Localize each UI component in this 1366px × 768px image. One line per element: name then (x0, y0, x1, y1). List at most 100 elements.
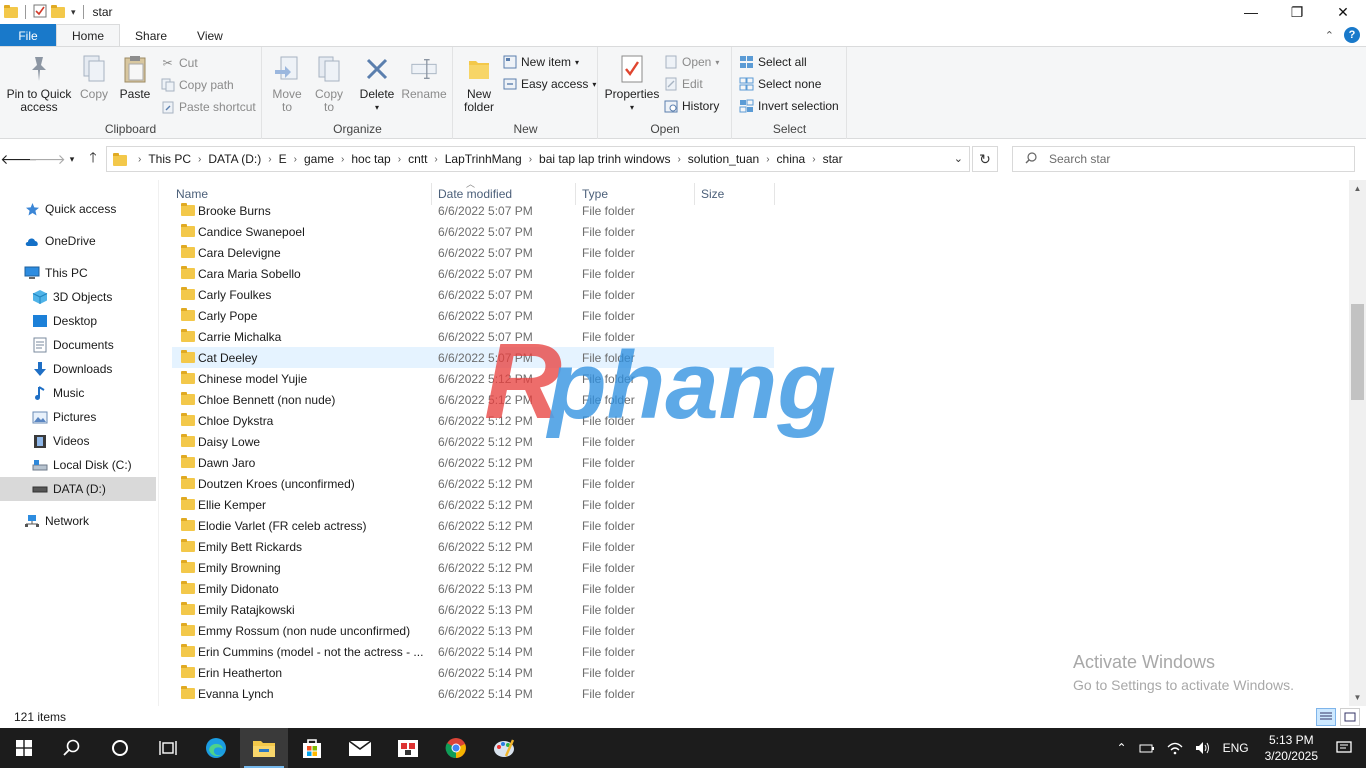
refresh-button[interactable]: ↻ (972, 146, 998, 172)
file-row[interactable]: Erin Heatherton 6/6/2022 5:14 PM File fold… (172, 662, 774, 683)
breadcrumb-item[interactable]: cntt (404, 152, 431, 166)
file-row[interactable]: Doutzen Kroes (unconfirmed) 6/6/2022 5:12… (172, 473, 774, 494)
address-bar[interactable]: › This PC › DATA (D:) › E › game › hoc t… (106, 146, 970, 172)
address-dropdown-icon[interactable]: ⌄ (954, 152, 963, 165)
breadcrumb-chevron[interactable]: › (674, 154, 683, 165)
history-button[interactable]: History (663, 97, 719, 115)
maximize-button[interactable]: ❐ (1274, 0, 1320, 24)
start-button[interactable] (0, 728, 48, 768)
tab-file[interactable]: File (0, 24, 56, 47)
file-row[interactable]: Elodie Varlet (FR celeb actress) 6/6/2022… (172, 515, 774, 536)
input-language-indicator[interactable]: ENG (1217, 741, 1255, 755)
taskbar-edge[interactable] (192, 728, 240, 768)
file-row[interactable]: Brooke Burns 6/6/2022 5:07 PM File folder (172, 200, 774, 221)
file-row[interactable]: Emily Browning 6/6/2022 5:12 PM File folde… (172, 557, 774, 578)
breadcrumb-item[interactable]: This PC (144, 152, 195, 166)
notification-center-icon[interactable] (1328, 741, 1366, 755)
edit-button[interactable]: Edit (663, 75, 703, 93)
taskbar-store[interactable] (288, 728, 336, 768)
pane-divider[interactable] (158, 180, 159, 706)
breadcrumb-item[interactable]: china (773, 152, 810, 166)
open-button[interactable]: Open ▾ (663, 53, 719, 71)
nav-onedrive[interactable]: OneDrive (0, 229, 156, 253)
nav-documents[interactable]: Documents (0, 333, 156, 357)
properties-button[interactable]: Properties ▾ (605, 53, 659, 114)
large-icons-view-button[interactable] (1340, 708, 1360, 726)
scroll-thumb[interactable] (1351, 304, 1364, 400)
copy-button[interactable]: Copy (78, 53, 110, 101)
copy-to-button[interactable]: Copy to (313, 53, 345, 114)
breadcrumb-chevron[interactable]: › (135, 154, 144, 165)
file-row[interactable]: Evanna Lynch 6/6/2022 5:14 PM File folder (172, 683, 774, 704)
new-item-button[interactable]: New item ▾ (502, 53, 579, 71)
close-button[interactable]: ✕ (1320, 0, 1366, 24)
breadcrumb-item[interactable]: E (275, 152, 291, 166)
scroll-up-button[interactable]: ▲ (1349, 180, 1366, 197)
taskbar-search-button[interactable] (48, 728, 96, 768)
wifi-icon[interactable] (1161, 741, 1189, 755)
breadcrumb-chevron[interactable]: › (265, 154, 274, 165)
nav-data-d[interactable]: DATA (D:) (0, 477, 156, 501)
back-button[interactable]: 🡐 (0, 149, 38, 169)
invert-selection-button[interactable]: Invert selection (739, 97, 839, 115)
file-row[interactable]: Dawn Jaro 6/6/2022 5:12 PM File folder (172, 452, 774, 473)
move-to-button[interactable]: Move to (271, 53, 303, 114)
taskbar-mail[interactable] (336, 728, 384, 768)
breadcrumb-chevron[interactable]: › (395, 154, 404, 165)
properties-check-icon[interactable] (33, 4, 47, 21)
file-row[interactable]: Carly Foulkes 6/6/2022 5:07 PM File folder (172, 284, 774, 305)
breadcrumb-chevron[interactable]: › (431, 154, 440, 165)
file-row[interactable]: Emmy Rossum (non nude unconfirmed) 6/6/20… (172, 620, 774, 641)
breadcrumb-item[interactable]: DATA (D:) (204, 152, 265, 166)
copy-path-button[interactable]: Copy path (160, 76, 234, 94)
up-button[interactable]: 🡑 (83, 149, 103, 169)
breadcrumb-item[interactable]: LapTrinhMang (441, 152, 526, 166)
file-row[interactable]: Ellie Kemper 6/6/2022 5:12 PM File folder (172, 494, 774, 515)
cut-button[interactable]: ✂ Cut (160, 54, 197, 72)
select-all-button[interactable]: Select all (739, 53, 807, 71)
breadcrumb-item[interactable]: bai tap lap trinh windows (535, 152, 674, 166)
nav-music[interactable]: Music (0, 381, 156, 405)
rename-button[interactable]: Rename (401, 53, 447, 101)
file-row[interactable]: Emily Bett Rickards 6/6/2022 5:12 PM File … (172, 536, 774, 557)
paste-shortcut-button[interactable]: Paste shortcut (160, 98, 256, 116)
new-folder-button[interactable]: New folder (462, 53, 496, 114)
minimize-button[interactable]: — (1228, 0, 1274, 24)
breadcrumb-chevron[interactable]: › (526, 154, 535, 165)
breadcrumb-item[interactable]: game (300, 152, 338, 166)
nav-pictures[interactable]: Pictures (0, 405, 156, 429)
collapse-ribbon-icon[interactable]: ⌃ (1325, 29, 1334, 42)
tab-home[interactable]: Home (56, 24, 121, 47)
taskbar-app[interactable] (384, 728, 432, 768)
details-view-button[interactable] (1316, 708, 1336, 726)
paste-button[interactable]: Paste (118, 53, 152, 101)
file-row[interactable]: Cara Maria Sobello 6/6/2022 5:07 PM File f… (172, 263, 774, 284)
file-row[interactable]: Emily Didonato 6/6/2022 5:13 PM File folde… (172, 578, 774, 599)
file-row[interactable]: Emily Ratajkowski 6/6/2022 5:13 PM File fo… (172, 599, 774, 620)
nav-network[interactable]: Network (0, 509, 156, 533)
help-icon[interactable]: ? (1344, 27, 1360, 43)
breadcrumb-item[interactable]: hoc tap (347, 152, 394, 166)
easy-access-button[interactable]: Easy access ▾ (502, 75, 596, 93)
select-none-button[interactable]: Select none (739, 75, 821, 93)
file-row[interactable]: Cara Delevigne 6/6/2022 5:07 PM File folde… (172, 242, 774, 263)
scroll-down-button[interactable]: ▼ (1349, 689, 1366, 706)
vertical-scrollbar[interactable]: ▲ ▼ (1349, 180, 1366, 706)
nav-this-pc[interactable]: This PC (0, 261, 156, 285)
clock[interactable]: 5:13 PM 3/20/2025 (1255, 732, 1328, 764)
nav-desktop[interactable]: Desktop (0, 309, 156, 333)
taskbar-chrome[interactable] (432, 728, 480, 768)
delete-button[interactable]: Delete ▾ (359, 53, 395, 114)
breadcrumb-chevron[interactable]: › (763, 154, 772, 165)
task-view-button[interactable] (144, 728, 192, 768)
pin-to-quick-access-button[interactable]: Pin to Quick access (6, 53, 72, 114)
nav-quick-access[interactable]: Quick access (0, 197, 156, 221)
breadcrumb-chevron[interactable]: › (809, 154, 818, 165)
breadcrumb-chevron[interactable]: › (291, 154, 300, 165)
taskbar-file-explorer[interactable] (240, 728, 288, 768)
file-row[interactable]: Erin Cummins (model - not the actress - … (172, 641, 774, 662)
taskbar-paint[interactable] (480, 728, 528, 768)
cortana-button[interactable] (96, 728, 144, 768)
nav-downloads[interactable]: Downloads (0, 357, 156, 381)
tab-view[interactable]: View (182, 24, 238, 47)
